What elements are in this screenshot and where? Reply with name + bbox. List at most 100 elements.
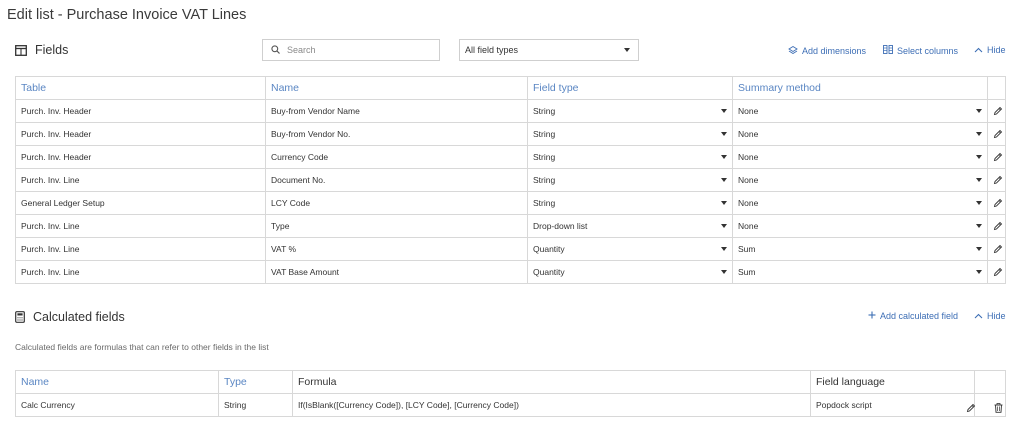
table-row: General Ledger Setup LCY Code String None <box>15 191 1006 215</box>
summary-method-value: None <box>738 129 759 139</box>
hide-calculated-button[interactable]: Hide <box>974 311 1006 321</box>
field-type-select[interactable]: String <box>527 168 733 192</box>
search-icon <box>271 41 280 59</box>
summary-method-value: None <box>738 152 759 162</box>
fields-table-body: Purch. Inv. Header Buy-from Vendor Name St… <box>15 99 1006 284</box>
field-type-value: Quantity <box>533 267 565 277</box>
chevron-down-icon <box>976 155 982 159</box>
summary-method-select[interactable]: None <box>732 191 988 215</box>
column-header-table[interactable]: Table <box>15 76 266 100</box>
table-row: Calc Currency String If(IsBlank([Currency … <box>15 393 1006 417</box>
fields-section-header: Fields <box>15 43 68 57</box>
columns-icon <box>883 45 893 56</box>
dimensions-icon <box>788 45 798 56</box>
pencil-icon <box>993 244 1003 254</box>
add-calculated-field-button[interactable]: Add calculated field <box>868 311 958 321</box>
select-columns-button[interactable]: Select columns <box>883 45 958 56</box>
chevron-down-icon <box>624 48 630 52</box>
chevron-down-icon <box>976 224 982 228</box>
column-header-field-type[interactable]: Field type <box>527 76 733 100</box>
table-row: Purch. Inv. Header Buy-from Vendor No. Str… <box>15 122 1006 146</box>
calculator-icon <box>15 311 25 323</box>
summary-method-value: None <box>738 175 759 185</box>
row-table: Purch. Inv. Line <box>15 168 266 192</box>
field-type-select[interactable]: String <box>527 122 733 146</box>
edit-button[interactable] <box>987 99 1006 123</box>
table-row: Purch. Inv. Line VAT Base Amount Quantity S… <box>15 260 1006 284</box>
summary-method-select[interactable]: None <box>732 122 988 146</box>
add-dimensions-button[interactable]: Add dimensions <box>788 45 866 56</box>
row-table: Purch. Inv. Line <box>15 237 266 261</box>
chevron-down-icon <box>721 247 727 251</box>
chevron-down-icon <box>721 155 727 159</box>
table-row: Purch. Inv. Header Buy-from Vendor Name St… <box>15 99 1006 123</box>
delete-calculated-button[interactable] <box>994 400 1003 418</box>
field-type-filter-value: All field types <box>465 45 519 55</box>
search-box[interactable] <box>262 39 440 61</box>
chevron-down-icon <box>976 132 982 136</box>
column-header-calc-name[interactable]: Name <box>15 370 219 394</box>
field-type-select[interactable]: Drop-down list <box>527 214 733 238</box>
calculated-heading: Calculated fields <box>33 310 125 324</box>
column-header-name[interactable]: Name <box>265 76 528 100</box>
table-row: Purch. Inv. Line VAT % Quantity Sum <box>15 237 1006 261</box>
column-header-calc-type[interactable]: Type <box>218 370 293 394</box>
row-name: Buy-from Vendor No. <box>265 122 528 146</box>
table-row: Purch. Inv. Line Document No. String None <box>15 168 1006 192</box>
add-calculated-field-label: Add calculated field <box>880 311 959 321</box>
summary-method-value: None <box>738 221 759 231</box>
calculated-section-header: Calculated fields <box>15 310 125 324</box>
chevron-up-icon <box>974 311 983 321</box>
field-type-filter[interactable]: All field types <box>459 39 639 61</box>
field-type-value: Quantity <box>533 244 565 254</box>
chevron-down-icon <box>976 178 982 182</box>
calc-name: Calc Currency <box>15 393 219 417</box>
summary-method-select[interactable]: None <box>732 168 988 192</box>
fields-heading: Fields <box>35 43 69 57</box>
hide-fields-label: Hide <box>987 45 1006 55</box>
summary-method-value: Sum <box>738 267 756 277</box>
pencil-icon <box>966 400 976 417</box>
edit-calculated-button[interactable] <box>966 400 976 418</box>
summary-method-select[interactable]: Sum <box>732 260 988 284</box>
hide-calculated-label: Hide <box>987 311 1006 321</box>
select-columns-label: Select columns <box>897 45 959 56</box>
edit-button[interactable] <box>987 122 1006 146</box>
calc-formula: If(IsBlank([Currency Code]), [LCY Code],… <box>292 393 811 417</box>
row-table: Purch. Inv. Line <box>15 214 266 238</box>
edit-button[interactable] <box>987 145 1006 169</box>
field-type-select[interactable]: Quantity <box>527 260 733 284</box>
trash-icon <box>994 400 1003 417</box>
column-header-calc-actions <box>974 370 1006 394</box>
summary-method-select[interactable]: Sum <box>732 237 988 261</box>
column-header-summary-method[interactable]: Summary method <box>732 76 988 100</box>
row-name: Type <box>265 214 528 238</box>
field-type-select[interactable]: String <box>527 145 733 169</box>
chevron-up-icon <box>974 45 983 55</box>
field-type-value: Drop-down list <box>533 221 588 231</box>
field-type-select[interactable]: Quantity <box>527 237 733 261</box>
table-row: Purch. Inv. Line Type Drop-down list None <box>15 214 1006 238</box>
edit-button[interactable] <box>987 191 1006 215</box>
row-name: VAT Base Amount <box>265 260 528 284</box>
pencil-icon <box>993 152 1003 162</box>
edit-button[interactable] <box>987 214 1006 238</box>
edit-button[interactable] <box>987 237 1006 261</box>
summary-method-select[interactable]: None <box>732 214 988 238</box>
pencil-icon <box>993 198 1003 208</box>
hide-fields-button[interactable]: Hide <box>974 45 1006 55</box>
calculated-table-header: Name Type Formula Field language <box>15 370 1006 394</box>
chevron-down-icon <box>721 132 727 136</box>
search-input[interactable] <box>287 45 427 55</box>
edit-button[interactable] <box>987 260 1006 284</box>
page-title: Edit list - Purchase Invoice VAT Lines <box>7 7 247 23</box>
table-icon <box>15 44 27 56</box>
summary-method-select[interactable]: None <box>732 99 988 123</box>
edit-button[interactable] <box>987 168 1006 192</box>
field-type-select[interactable]: String <box>527 191 733 215</box>
field-type-select[interactable]: String <box>527 99 733 123</box>
summary-method-select[interactable]: None <box>732 145 988 169</box>
row-name: LCY Code <box>265 191 528 215</box>
field-type-value: String <box>533 152 556 162</box>
field-type-value: String <box>533 129 556 139</box>
